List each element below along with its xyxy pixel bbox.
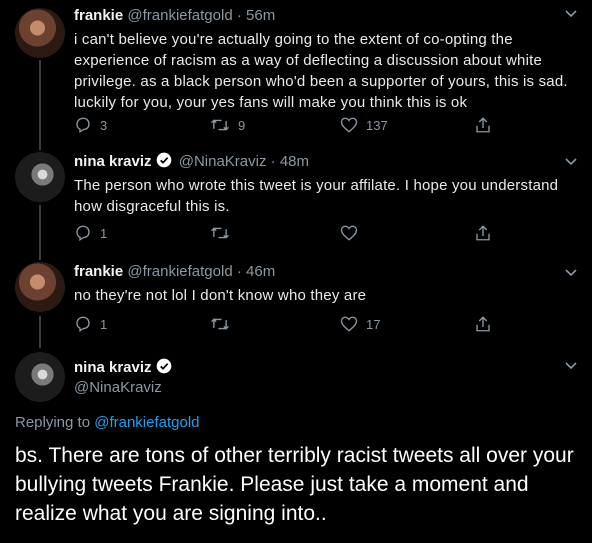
retweet-count: 9 <box>238 117 246 133</box>
retweet-button[interactable]: 9 <box>210 116 245 134</box>
separator: · <box>270 153 276 170</box>
chevron-down-icon[interactable] <box>564 154 578 170</box>
tweet-actions: 1 <box>74 224 494 244</box>
chevron-down-icon[interactable] <box>564 358 578 374</box>
replying-to-link[interactable]: @frankiefatgold <box>94 414 199 431</box>
like-button[interactable]: 137 <box>340 116 388 134</box>
author-handle[interactable]: @frankiefatgold <box>127 7 232 24</box>
retweet-icon <box>211 227 229 239</box>
share-button[interactable] <box>474 116 492 134</box>
share-icon <box>476 117 490 133</box>
retweet-button[interactable] <box>210 224 238 242</box>
thread-line <box>39 316 41 348</box>
replying-to-label: Replying to <box>15 414 91 431</box>
reply-button[interactable]: 1 <box>74 315 107 333</box>
like-count: 17 <box>366 316 381 332</box>
retweet-icon <box>211 318 229 330</box>
verified-badge-icon <box>156 358 172 378</box>
tweet-actions: 3 9 137 <box>74 116 494 136</box>
tweet-text: no they're not lol I don't know who they… <box>74 287 367 304</box>
reply-icon <box>76 225 90 242</box>
like-button[interactable] <box>340 224 366 242</box>
author-name[interactable]: nina kraviz <box>74 153 152 170</box>
author-name[interactable]: frankie <box>74 263 123 280</box>
reply-button[interactable]: 1 <box>74 224 107 242</box>
tweet-header: frankie @frankiefatgold · 46m <box>74 263 275 280</box>
reply-count: 1 <box>100 225 108 241</box>
reply-icon <box>76 117 90 134</box>
tweet-header: frankie @frankiefatgold · 56m <box>74 7 275 24</box>
thread-line <box>39 60 41 150</box>
like-icon <box>340 316 358 332</box>
retweet-icon <box>211 119 229 131</box>
tweet-actions: 1 17 <box>74 315 494 335</box>
like-count: 137 <box>366 117 388 133</box>
thread-line <box>39 205 41 260</box>
separator: · <box>236 7 242 24</box>
tweet-text: bs. There are tons of other terribly rac… <box>15 444 574 525</box>
reply-count: 1 <box>100 316 108 332</box>
share-button[interactable] <box>474 224 492 242</box>
timestamp[interactable]: 46m <box>246 263 275 280</box>
author-name[interactable]: frankie <box>74 7 123 24</box>
reply-count: 3 <box>100 117 108 133</box>
tweet-header: nina kraviz <box>74 358 175 378</box>
author-name[interactable]: nina kraviz <box>74 359 152 376</box>
author-handle-row: @NinaKraviz <box>74 379 162 396</box>
tweet-thread: frankie @frankiefatgold · 56m i can't be… <box>0 0 592 543</box>
tweet-text: i can't believe you're actually going to… <box>74 31 568 111</box>
verified-badge-icon <box>156 152 172 172</box>
chevron-down-icon[interactable] <box>564 265 578 281</box>
avatar[interactable] <box>15 152 65 202</box>
tweet-header: nina kraviz @NinaKraviz · 48m <box>74 152 309 172</box>
chevron-down-icon[interactable] <box>564 6 578 22</box>
reply-icon <box>76 316 90 333</box>
replying-to: Replying to @frankiefatgold <box>15 414 200 431</box>
like-button[interactable]: 17 <box>340 315 380 333</box>
retweet-button[interactable] <box>210 315 238 333</box>
share-button[interactable] <box>474 315 492 333</box>
avatar[interactable] <box>15 352 65 402</box>
timestamp[interactable]: 48m <box>280 153 309 170</box>
share-icon <box>476 225 490 241</box>
author-handle[interactable]: @NinaKraviz <box>74 379 162 396</box>
avatar[interactable] <box>15 8 65 58</box>
like-icon <box>340 117 358 133</box>
reply-button[interactable]: 3 <box>74 116 107 134</box>
share-icon <box>476 316 490 332</box>
author-handle[interactable]: @frankiefatgold <box>127 263 232 280</box>
timestamp[interactable]: 56m <box>246 7 275 24</box>
author-handle[interactable]: @NinaKraviz <box>179 153 267 170</box>
separator: · <box>236 263 242 280</box>
tweet-text: The person who wrote this tweet is your … <box>74 177 559 215</box>
like-icon <box>340 225 358 241</box>
avatar[interactable] <box>15 262 65 312</box>
